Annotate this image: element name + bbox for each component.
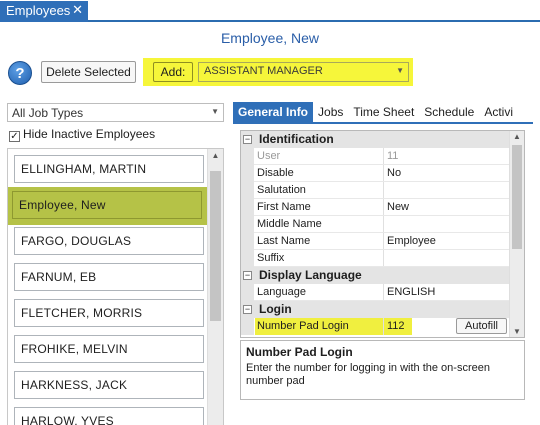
scroll-up-icon[interactable]: ▲ (208, 151, 223, 160)
property-grid-scrollbar-thumb[interactable] (512, 145, 522, 249)
add-button[interactable]: Add: (153, 62, 193, 82)
tab-underline (233, 122, 533, 124)
employee-list: ELLINGHAM, MARTIN Employee, New FARGO, D… (7, 148, 224, 425)
property-label: Salutation (257, 184, 306, 196)
page-title: Employee, New (220, 30, 320, 46)
list-item[interactable]: ELLINGHAM, MARTIN (14, 155, 204, 183)
property-label: Suffix (257, 252, 285, 264)
description-title: Number Pad Login (246, 345, 353, 359)
chevron-down-icon: ▼ (396, 66, 404, 75)
list-item[interactable]: FLETCHER, MORRIS (14, 299, 204, 327)
category-identification[interactable]: − Identification (241, 131, 509, 148)
autofill-button[interactable]: Autofill (456, 318, 507, 334)
help-button[interactable]: ? (8, 61, 32, 85)
tab-time-sheet[interactable]: Time Sheet (348, 102, 419, 122)
hide-inactive-label: Hide Inactive Employees (23, 127, 156, 141)
description-text: Enter the number for logging in with the… (246, 362, 490, 387)
property-label: First Name (257, 201, 311, 213)
property-row[interactable]: Disable No (241, 165, 509, 182)
list-item-selected[interactable]: Employee, New (8, 187, 208, 225)
collapse-icon[interactable]: − (243, 305, 252, 314)
category-display-language[interactable]: − Display Language (241, 267, 509, 284)
property-description: Number Pad Login Enter the number for lo… (240, 340, 525, 400)
property-value[interactable]: No (387, 167, 401, 179)
tab-schedule[interactable]: Schedule (419, 102, 479, 122)
property-value[interactable]: ENGLISH (387, 286, 435, 298)
property-row[interactable]: Last Name Employee (241, 233, 509, 250)
property-label: User (257, 150, 281, 162)
tab-employees-label: Employees (6, 3, 71, 18)
hide-inactive-checkbox[interactable]: ✓ Hide Inactive Employees (9, 127, 155, 143)
property-grid-scrollbar[interactable]: ▲ ▼ (509, 131, 524, 337)
property-value[interactable]: Employee (387, 235, 436, 247)
property-row[interactable]: Salutation (241, 182, 509, 199)
list-scrollbar-thumb[interactable] (210, 171, 221, 321)
tab-general-info[interactable]: General Info (233, 102, 314, 122)
tab-employees[interactable]: Employees ✕ (0, 1, 88, 22)
property-row[interactable]: User 11 (241, 148, 509, 165)
property-label: Number Pad Login (257, 320, 349, 332)
add-job-select[interactable]: ASSISTANT MANAGER ▼ (198, 62, 409, 82)
property-value: 11 (387, 150, 399, 162)
property-label: Last Name (257, 235, 311, 247)
property-row[interactable]: Suffix (241, 250, 509, 267)
property-grid: − Identification User 11 Disable No Salu… (240, 130, 525, 338)
property-row[interactable]: Language ENGLISH (241, 284, 509, 301)
chevron-down-icon: ▼ (211, 107, 219, 116)
job-type-select[interactable]: All Job Types ▼ (7, 103, 224, 122)
category-label: Display Language (259, 268, 362, 282)
tab-activity[interactable]: Activi (479, 102, 518, 122)
property-row[interactable]: First Name New (241, 199, 509, 216)
list-item[interactable]: HARLOW, YVES (14, 407, 204, 425)
list-item-label: Employee, New (12, 191, 202, 219)
list-item[interactable]: HARKNESS, JACK (14, 371, 204, 399)
category-label: Identification (259, 132, 334, 146)
tab-jobs[interactable]: Jobs (313, 102, 348, 122)
category-label: Login (259, 302, 292, 316)
property-value[interactable]: New (387, 201, 409, 213)
collapse-icon[interactable]: − (243, 135, 252, 144)
list-scrollbar[interactable]: ▲ (207, 149, 223, 425)
property-row-number-pad-login[interactable]: Number Pad Login 112 Autofill (241, 318, 509, 335)
property-label: Language (257, 286, 306, 298)
number-pad-login-field[interactable]: 112 (387, 320, 405, 332)
list-item[interactable]: FARGO, DOUGLAS (14, 227, 204, 255)
delete-selected-button[interactable]: Delete Selected (41, 61, 136, 83)
property-label: Disable (257, 167, 294, 179)
scroll-down-icon[interactable]: ▼ (510, 327, 524, 336)
list-item[interactable]: FROHIKE, MELVIN (14, 335, 204, 363)
close-icon[interactable]: ✕ (72, 2, 83, 18)
list-item[interactable]: FARNUM, EB (14, 263, 204, 291)
scroll-up-icon[interactable]: ▲ (510, 132, 524, 141)
add-job-select-value: ASSISTANT MANAGER (204, 65, 323, 77)
detail-tabs: General Info Jobs Time Sheet Schedule Activi (233, 102, 533, 122)
property-row[interactable]: Middle Name (241, 216, 509, 233)
job-type-select-value: All Job Types (12, 106, 84, 120)
category-login[interactable]: − Login (241, 301, 509, 318)
checkbox-check-icon[interactable]: ✓ (9, 131, 20, 142)
property-label: Middle Name (257, 218, 322, 230)
collapse-icon[interactable]: − (243, 271, 252, 280)
